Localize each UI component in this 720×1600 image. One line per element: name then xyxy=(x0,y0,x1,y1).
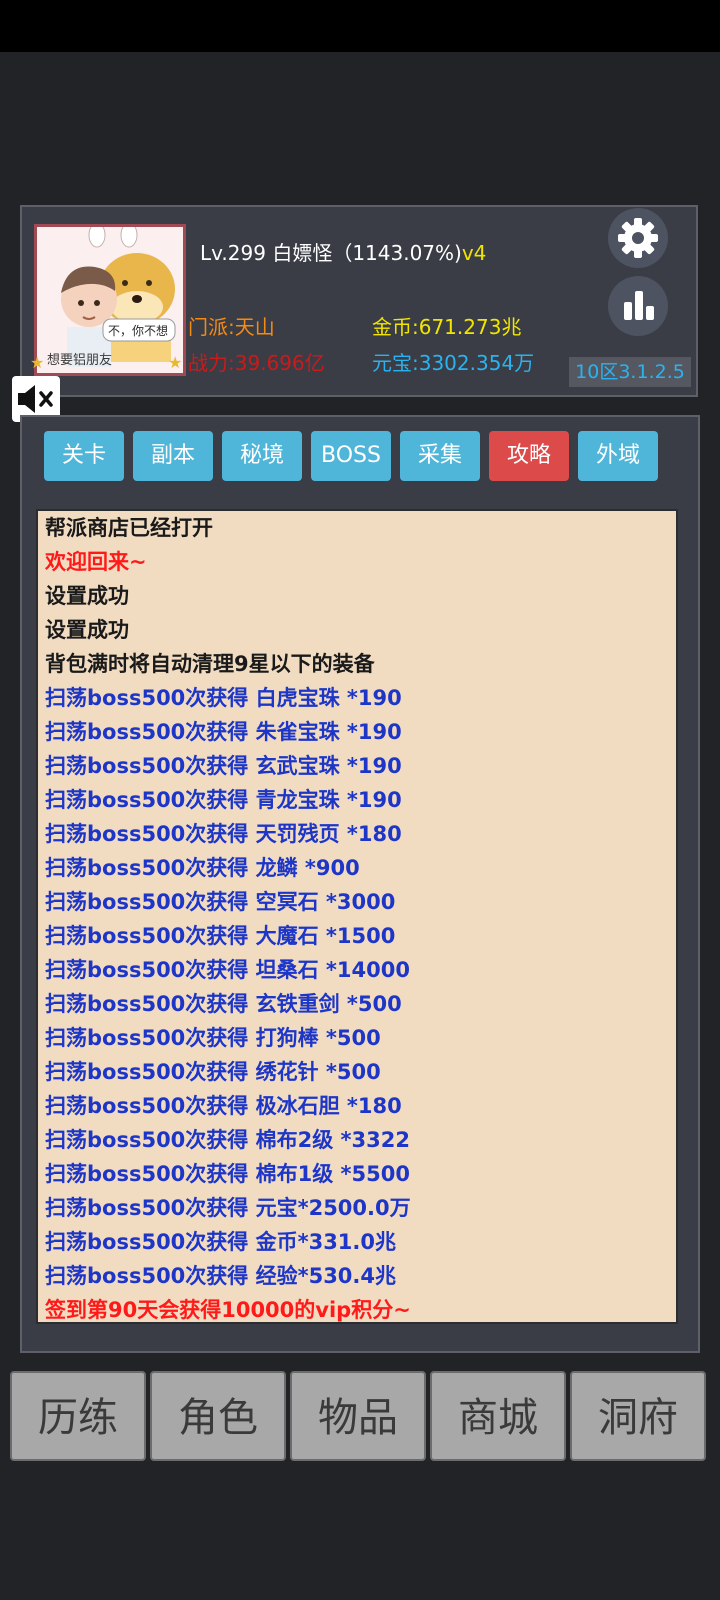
log-line: 扫荡boss500次获得 绣花针 *500 xyxy=(45,1060,381,1084)
bar-chart-icon xyxy=(624,291,654,320)
log-line: 设置成功 xyxy=(45,618,129,642)
settings-button[interactable] xyxy=(608,208,668,268)
log-line: 欢迎回来~ xyxy=(45,550,147,574)
log-line: 扫荡boss500次获得 金币*331.0兆 xyxy=(45,1230,397,1254)
log-line: 扫荡boss500次获得 朱雀宝珠 *190 xyxy=(45,720,402,744)
log-line: 扫荡boss500次获得 打狗棒 *500 xyxy=(45,1026,381,1050)
player-level-name: Lv.299 白嫖怪（1143.07%)v4 xyxy=(200,237,486,266)
gear-icon xyxy=(618,218,658,258)
tab-stage[interactable]: 关卡 xyxy=(44,431,124,481)
log-line: 扫荡boss500次获得 空冥石 *3000 xyxy=(45,890,396,914)
log-line: 背包满时将自动清理9星以下的装备 xyxy=(45,652,375,676)
player-level-name-text: Lv.299 白嫖怪（1143.07%) xyxy=(200,241,462,265)
log-line: 帮派商店已经打开 xyxy=(45,516,213,540)
status-bar xyxy=(0,0,720,52)
server-version: 10区3.1.2.5 xyxy=(569,357,691,387)
log-line: 扫荡boss500次获得 龙鳞 *900 xyxy=(45,856,360,880)
log-line: 扫荡boss500次获得 玄铁重剑 *500 xyxy=(45,992,402,1016)
player-avatar[interactable]: 不，你不想 想要铝朋友 xyxy=(34,224,186,376)
star-icon: ★ xyxy=(168,353,183,372)
log-line: 扫荡boss500次获得 坦桑石 *14000 xyxy=(45,958,410,982)
gold-amount: 金币:671.273兆 xyxy=(372,315,522,339)
sect-label: 门派:天山 xyxy=(188,315,275,339)
nav-shop[interactable]: 商城 xyxy=(430,1371,566,1461)
avatar-caption: 想要铝朋友 xyxy=(47,353,113,368)
stats-button[interactable] xyxy=(608,276,668,336)
tab-outer-domain[interactable]: 外域 xyxy=(578,431,658,481)
log-line: 设置成功 xyxy=(45,584,129,608)
main-panel: 关卡 副本 秘境 BOSS 采集 攻略 外域 帮派商店已经打开 欢迎回来~ 设置… xyxy=(20,415,700,1353)
nav-training[interactable]: 历练 xyxy=(10,1371,146,1461)
player-info-panel: 不，你不想 想要铝朋友 ★ ★ Lv.299 白嫖怪（1143.07%)v4 门… xyxy=(20,205,698,397)
log-line: 扫荡boss500次获得 天罚残页 *180 xyxy=(45,822,402,846)
nav-cave-mansion[interactable]: 洞府 xyxy=(570,1371,706,1461)
star-icon: ★ xyxy=(30,353,45,372)
combat-power: 战力:39.696亿 xyxy=(188,351,325,375)
log-line: 扫荡boss500次获得 棉布1级 *5500 xyxy=(45,1162,410,1186)
log-line: 扫荡boss500次获得 棉布2级 *3322 xyxy=(45,1128,410,1152)
log-line: 扫荡boss500次获得 青龙宝珠 *190 xyxy=(45,788,402,812)
tab-guide[interactable]: 攻略 xyxy=(489,431,569,481)
message-log[interactable]: 帮派商店已经打开 欢迎回来~ 设置成功 设置成功 背包满时将自动清理9星以下的装… xyxy=(36,509,678,1324)
nav-character[interactable]: 角色 xyxy=(150,1371,286,1461)
log-line: 扫荡boss500次获得 白虎宝珠 *190 xyxy=(45,686,402,710)
log-line: 扫荡boss500次获得 玄武宝珠 *190 xyxy=(45,754,402,778)
nav-items[interactable]: 物品 xyxy=(290,1371,426,1461)
vip-level: v4 xyxy=(461,241,487,265)
tab-dungeon[interactable]: 副本 xyxy=(133,431,213,481)
ingot-amount: 元宝:3302.354万 xyxy=(372,351,535,375)
log-line: 扫荡boss500次获得 大魔石 *1500 xyxy=(45,924,396,948)
avatar-bubble-text: 不，你不想 xyxy=(108,323,168,338)
log-line: 扫荡boss500次获得 极冰石胆 *180 xyxy=(45,1094,402,1118)
tab-gather[interactable]: 采集 xyxy=(400,431,480,481)
log-line: 签到第90天会获得10000的vip积分~ xyxy=(45,1298,411,1322)
log-line: 扫荡boss500次获得 元宝*2500.0万 xyxy=(45,1196,411,1220)
tab-boss[interactable]: BOSS xyxy=(311,431,391,481)
tab-secret-realm[interactable]: 秘境 xyxy=(222,431,302,481)
log-line: 扫荡boss500次获得 经验*530.4兆 xyxy=(45,1264,397,1288)
